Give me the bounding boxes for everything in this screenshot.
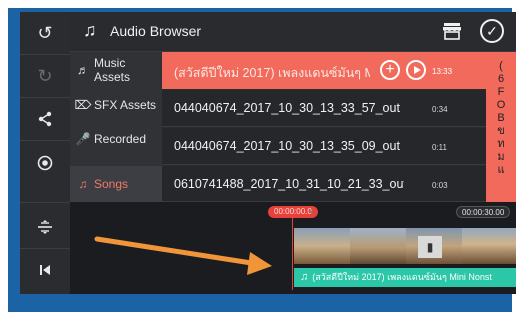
redo-button[interactable]: ↻: [20, 55, 70, 97]
list-item[interactable]: 044040674_2017_10_30_13_35_09_out 0:11: [162, 128, 486, 165]
song-name: 044040674_2017_10_30_13_33_57_out: [174, 101, 400, 115]
detail-char: ท: [497, 138, 505, 150]
add-icon[interactable]: +: [380, 60, 400, 80]
split-icon: [38, 220, 52, 234]
clip-transition-handle[interactable]: ▮: [418, 236, 442, 258]
list-item[interactable]: (สวัสดีปีใหม่ 2017) เพลงแดนซ์มันๆ Mini +…: [162, 52, 486, 89]
tool-column: ↺ ↻: [20, 12, 70, 294]
play-icon[interactable]: [406, 60, 426, 80]
song-list: (สวัสดีปีใหม่ 2017) เพลงแดนซ์มันๆ Mini +…: [162, 52, 486, 202]
app-screen: ↺ ↻ ♫ Audio Browser ✓ ♬ Music Assets ⌦ S…: [20, 12, 516, 294]
song-duration: 13:33: [432, 67, 453, 76]
undo-button[interactable]: ↺: [20, 12, 70, 54]
music-note-icon: ♫: [78, 177, 88, 191]
redo-icon: ↻: [37, 65, 53, 86]
category-label: SFX Assets: [94, 98, 157, 112]
store-icon[interactable]: [442, 22, 462, 40]
category-label: Music Assets: [94, 56, 131, 84]
song-duration: 0:34: [432, 105, 448, 114]
list-item[interactable]: 0610741488_2017_10_31_10_21_33_out 0:03: [162, 166, 486, 202]
checkmark-circle-icon[interactable]: ✓: [480, 19, 504, 43]
detail-char: ม: [497, 151, 505, 163]
song-detail-strip: ( 6 F O B ข ท ม แ: [486, 52, 516, 202]
detail-char: 6: [497, 73, 505, 85]
record-icon: [37, 155, 53, 171]
header: ♫ Audio Browser ✓: [70, 12, 516, 52]
total-time: 00:00:30.00: [456, 206, 511, 218]
record-button[interactable]: [20, 141, 70, 185]
undo-icon: ↺: [37, 22, 53, 43]
detail-char: (: [499, 60, 503, 72]
detail-char: B: [497, 112, 505, 124]
song-name: 044040674_2017_10_30_13_35_09_out: [174, 139, 400, 153]
song-duration: 0:11: [432, 143, 447, 152]
thumbnail: [350, 228, 406, 264]
category-music-assets[interactable]: ♬ Music Assets: [70, 52, 162, 88]
detail-char: O: [496, 99, 506, 111]
song-duration: 0:03: [432, 181, 448, 190]
share-button[interactable]: [20, 98, 70, 140]
sound-wave-icon: ⌦: [74, 98, 92, 112]
playhead[interactable]: [292, 216, 293, 290]
skip-to-start-icon: [40, 265, 50, 275]
audio-clip-title: (สวัสดีปีใหม่ 2017) เพลงแดนซ์มันๆ Mini N…: [312, 272, 492, 282]
song-name: 0610741488_2017_10_31_10_21_33_out: [174, 177, 404, 191]
category-list: ♬ Music Assets ⌦ SFX Assets 🎤 Recorded ♫…: [70, 52, 162, 202]
category-songs[interactable]: ♫ Songs: [70, 166, 162, 202]
detail-char: ข: [497, 125, 505, 137]
song-detail-text: ( 6 F O B ข ท ม แ: [486, 52, 516, 202]
page-title: Audio Browser: [110, 23, 202, 39]
music-assets-icon: ♬: [77, 63, 89, 77]
skip-to-start-button[interactable]: [20, 249, 70, 291]
audio-browser-panel: ♫ Audio Browser ✓ ♬ Music Assets ⌦ SFX A…: [70, 12, 516, 202]
timeline[interactable]: 00:00:00.0 4 00:00:30.00 ▮ ♫ (สวัสดีปีใหม…: [70, 202, 516, 294]
song-name: (สวัสดีปีใหม่ 2017) เพลงแดนซ์มันๆ Mini: [174, 66, 370, 80]
audio-clip[interactable]: ♫ (สวัสดีปีใหม่ 2017) เพลงแดนซ์มันๆ Mini …: [294, 268, 516, 287]
thumbnail: [294, 228, 350, 264]
video-clip[interactable]: [294, 228, 516, 264]
category-label: Songs: [94, 177, 129, 191]
ruler-mark: 4: [310, 209, 314, 216]
microphone-icon: 🎤: [75, 132, 91, 146]
music-note-icon: ♫: [83, 20, 97, 40]
split-button[interactable]: [20, 206, 70, 248]
category-sfx-assets[interactable]: ⌦ SFX Assets: [70, 88, 162, 122]
detail-char: แ: [497, 164, 505, 176]
music-note-icon: ♫: [300, 271, 309, 283]
thumbnail: [462, 228, 516, 264]
category-recorded[interactable]: 🎤 Recorded: [70, 122, 162, 156]
detail-char: F: [497, 86, 505, 98]
list-item[interactable]: 044040674_2017_10_30_13_33_57_out 0:34: [162, 90, 486, 127]
share-icon: [38, 111, 52, 127]
category-label: Recorded: [94, 132, 147, 146]
divider: [20, 202, 70, 203]
